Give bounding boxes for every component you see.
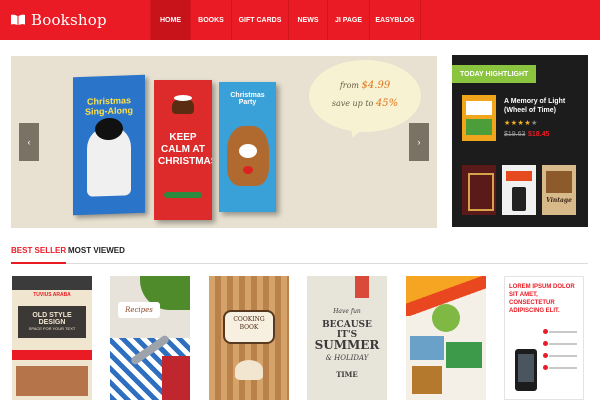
logo[interactable]: Bookshop (10, 8, 107, 32)
book-card[interactable]: Have fun BECAUSE IT'S SUMMER & HOLIDAY T… (307, 276, 387, 400)
slide-book-cover[interactable]: Christmas Sing-Along (73, 74, 145, 216)
cover-photo (432, 304, 460, 332)
nav-ji-page[interactable]: JI PAGE (327, 0, 369, 40)
cover-text-line: Have fun (333, 308, 361, 315)
book-card[interactable]: COOKING BOOK (209, 276, 289, 400)
main-nav: HOME BOOKS GIFT CARDS NEWS JI PAGE EASYB… (150, 0, 421, 40)
nav-books[interactable]: BOOKS (190, 0, 231, 40)
teapot-icon (235, 360, 263, 380)
cover-text-line (549, 367, 577, 369)
cover-illustration (87, 125, 131, 197)
book-cover-title: Recipes (118, 302, 160, 318)
cover-text-line (549, 331, 577, 333)
bubble-from-text: from (339, 81, 359, 90)
highlight-book-title[interactable]: A Memory of Light (Wheel of Time) (504, 97, 584, 115)
bubble-save-line: save up to 45% (309, 98, 421, 109)
rating-stars: ★★★★★ (504, 119, 538, 127)
holly-icon (164, 192, 202, 198)
nav-gift-cards[interactable]: GIFT CARDS (231, 0, 288, 40)
highlight-small-book[interactable]: Vintage (542, 165, 576, 215)
slide-book-cover[interactable]: Christmas Party (219, 82, 276, 212)
slider-prev-button[interactable]: ‹ (19, 123, 39, 161)
bubble-price: $4.99 (361, 80, 391, 91)
reindeer-icon (227, 126, 269, 186)
star-empty-icon: ★ (531, 120, 538, 127)
bullet-icon (543, 365, 548, 370)
highlight-small-book[interactable] (502, 165, 536, 215)
nav-easyblog[interactable]: EASYBLOG (369, 0, 421, 40)
bubble-from-line: from $4.99 (309, 80, 421, 91)
cover-text-line (549, 355, 577, 357)
phone-icon (515, 349, 537, 391)
nav-home[interactable]: HOME (150, 0, 190, 40)
hero-slider[interactable]: Christmas Sing-Along KEEP CALM AT CHRIST… (11, 56, 437, 228)
bullet-icon (543, 341, 548, 346)
bullet-icon (543, 329, 548, 334)
pudding-icon (172, 95, 194, 114)
promo-speech-bubble: from $4.99 save up to 45% (309, 60, 421, 132)
book-card[interactable] (406, 276, 486, 400)
small-book-label: Vintage (546, 197, 572, 204)
chevron-right-icon: › (417, 137, 421, 147)
slide-book-cover[interactable]: KEEP CALM AT CHRISTMAS (154, 80, 212, 220)
highlight-book-thumbnail[interactable] (462, 95, 496, 141)
book-card[interactable]: LOREM IPSUM DOLOR SIT AMET, CONSECTETUR … (504, 276, 584, 400)
book-cover-title: OLD STYLE DESIGN (32, 312, 72, 326)
book-cover-headline: LOREM IPSUM DOLOR SIT AMET, CONSECTETUR … (509, 284, 575, 314)
tab-most-viewed[interactable]: MOST VIEWED (68, 246, 125, 264)
bullet-icon (543, 353, 548, 358)
bubble-save-text: save up to (331, 99, 374, 108)
highlight-heading: TODAY HIGHTLIGHT (452, 65, 537, 83)
book-card[interactable]: TUVIUS ARABA OLD STYLE DESIGN SPACE FOR … (12, 276, 92, 400)
today-highlight-panel: TODAY HIGHTLIGHT A Memory of Light (Whee… (452, 55, 588, 227)
cover-photo (446, 342, 482, 368)
logo-text: Bookshop (31, 11, 107, 29)
open-book-icon (11, 14, 25, 25)
product-tabs: BEST SELLER MOST VIEWED (11, 246, 588, 264)
cover-text-line: TIME (336, 370, 358, 379)
cover-text-line: & HOLIDAY (325, 354, 369, 362)
cover-illustration (162, 356, 190, 400)
sale-price: $18.45 (528, 131, 550, 138)
book-cover-title: Christmas Sing-Along (85, 95, 133, 117)
book-cover-name: TUVIUS ARABA (33, 292, 71, 298)
cover-photo (412, 366, 442, 394)
cover-photo (410, 336, 444, 360)
book-card[interactable]: Recipes (110, 276, 190, 400)
star-filled-icon: ★★★★ (504, 120, 532, 127)
chevron-left-icon: ‹ (27, 137, 31, 147)
old-price: $19.63 (504, 131, 526, 138)
book-cover-title: KEEP CALM AT CHRISTMAS (158, 132, 212, 167)
cover-text-line: SUMMER (314, 338, 380, 352)
cover-photo (16, 366, 88, 396)
cover-band (12, 276, 92, 290)
cover-band (12, 350, 92, 360)
tab-best-seller[interactable]: BEST SELLER (11, 246, 67, 264)
book-cover-title: COOKING BOOK (233, 316, 265, 331)
slider-next-button[interactable]: › (409, 123, 429, 161)
highlight-small-book[interactable] (462, 165, 496, 215)
book-cover-subtitle: SPACE FOR YOUR TEXT (28, 326, 76, 331)
cover-typography: Have fun BECAUSE IT'S SUMMER & HOLIDAY T… (313, 290, 381, 379)
nav-news[interactable]: NEWS (288, 0, 327, 40)
cover-text-line: BECAUSE IT'S (322, 320, 372, 340)
cover-text-line (549, 343, 577, 345)
book-cover-title: Christmas Party (230, 92, 265, 106)
header-bar: Bookshop HOME BOOKS GIFT CARDS NEWS JI P… (0, 0, 600, 40)
bubble-percent: 45% (375, 98, 399, 109)
